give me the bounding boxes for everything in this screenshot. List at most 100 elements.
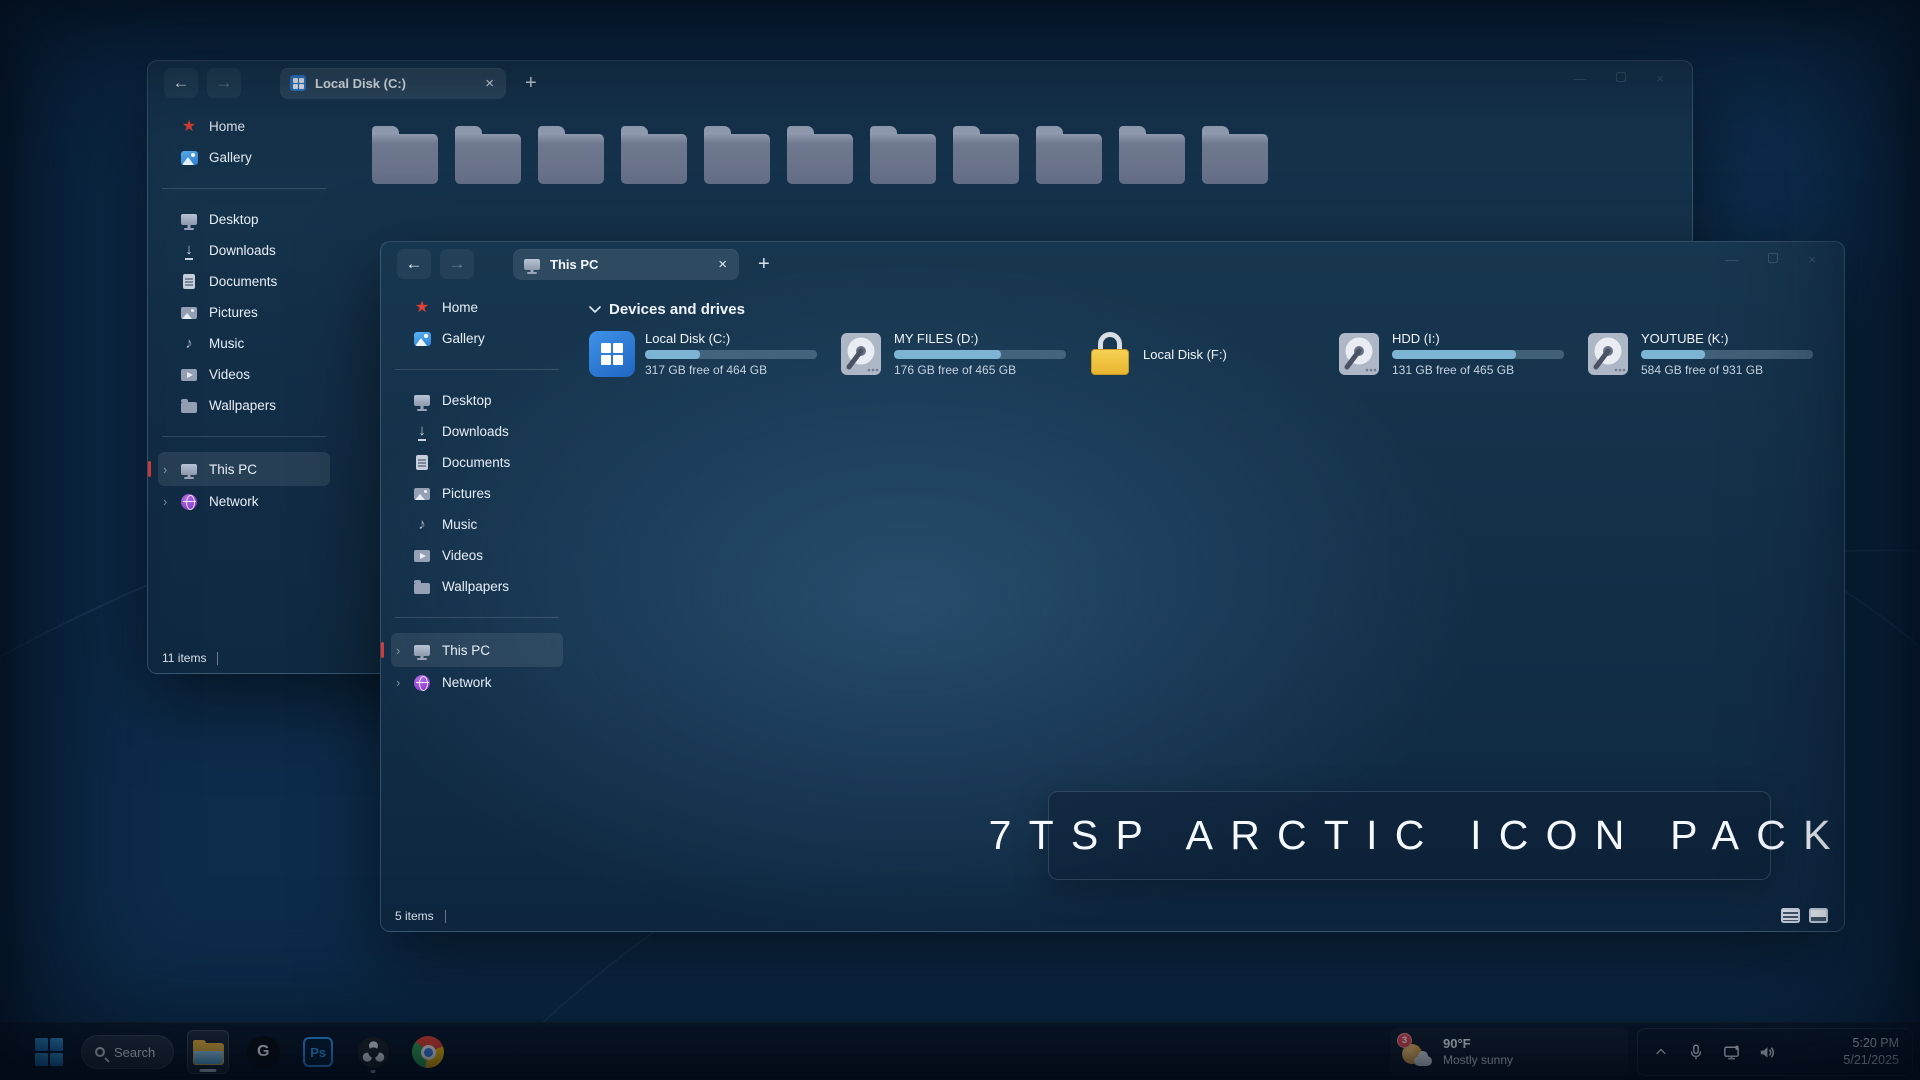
chevron-right-icon[interactable]: › [163,494,167,509]
sidebar-item-documents[interactable]: Documents [391,447,563,478]
running-app-indicator [371,1070,376,1073]
sidebar-item-desktop[interactable]: Desktop [391,385,563,416]
taskbar-photoshop[interactable]: Ps [297,1030,339,1074]
sidebar-item-network[interactable]: › Network [391,667,563,698]
wallpapers-folder-icon [413,580,431,594]
drive-tile-d[interactable]: MY FILES (D:) 176 GB free of 465 GB [838,331,1087,377]
folder-icon[interactable] [621,126,687,184]
taskbar-file-explorer[interactable] [187,1030,229,1074]
sidebar-item-home[interactable]: ★ Home [158,111,330,142]
clock-time: 5:20 PM [1852,1036,1899,1050]
tab-local-disk-c[interactable]: Local Disk (C:) × [280,68,506,99]
downloads-icon: ↓ [413,423,431,441]
taskbar-logitech-ghub[interactable]: G [242,1030,284,1074]
navigation-pane: ★ Home Gallery Desktop ↓ Downloads Docum… [148,105,338,673]
folder-icon[interactable] [1036,126,1102,184]
speaker-icon[interactable] [1756,1042,1776,1062]
search-box[interactable]: Search [81,1035,174,1069]
close-button[interactable]: × [1656,72,1664,85]
sidebar-item-documents[interactable]: Documents [158,266,330,297]
sidebar-item-this-pc[interactable]: › This PC [391,633,563,667]
folder-icon[interactable] [870,126,936,184]
back-button[interactable]: ← [397,249,431,279]
folder-icon[interactable] [953,126,1019,184]
chevron-right-icon[interactable]: › [396,675,400,690]
chevron-right-icon[interactable]: › [163,462,167,477]
drive-tile-k[interactable]: YOUTUBE (K:) 584 GB free of 931 GB [1585,331,1834,377]
taskbar-obs[interactable] [352,1030,394,1074]
sidebar-item-downloads[interactable]: ↓ Downloads [391,416,563,447]
network-globe-icon [413,675,431,691]
search-label: Search [114,1045,155,1060]
sidebar-item-gallery[interactable]: Gallery [158,142,330,173]
sidebar-item-pictures[interactable]: Pictures [391,478,563,509]
back-button[interactable]: ← [164,68,198,98]
folder-icon[interactable] [704,126,770,184]
sidebar-item-gallery[interactable]: Gallery [391,323,563,354]
drive-tile-f[interactable]: Local Disk (F:) [1087,331,1336,377]
maximize-button[interactable] [1768,253,1778,263]
forward-button[interactable]: → [440,249,474,279]
sidebar-separator [395,617,559,618]
minimize-button[interactable]: — [1725,253,1738,266]
sidebar-item-network[interactable]: › Network [158,486,330,517]
folder-icon[interactable] [455,126,521,184]
taskbar-app-group: Search G Ps [30,1023,449,1080]
sidebar-item-pictures[interactable]: Pictures [158,297,330,328]
sidebar-item-wallpapers[interactable]: Wallpapers [158,390,330,421]
tab-this-pc[interactable]: This PC × [513,249,739,280]
sidebar-item-videos[interactable]: Videos [158,359,330,390]
sidebar-item-music[interactable]: ♪ Music [158,328,330,359]
folder-icon[interactable] [1119,126,1185,184]
chevron-up-icon[interactable] [1651,1042,1671,1062]
this-pc-icon [180,464,198,475]
clock-date: 5/21/2025 [1843,1053,1899,1067]
chevron-right-icon[interactable]: › [396,643,400,658]
new-tab-button[interactable]: + [525,72,537,95]
pictures-icon [413,488,431,500]
start-button[interactable] [30,1032,68,1072]
display-cast-icon[interactable] [1721,1042,1741,1062]
status-bar: 11 items [162,651,218,665]
sidebar-item-desktop[interactable]: Desktop [158,204,330,235]
folder-grid [356,120,1692,184]
minimize-button[interactable]: — [1573,72,1586,85]
sidebar-separator [162,188,326,189]
folder-icon[interactable] [538,126,604,184]
windows-drive-icon [290,75,306,91]
sidebar-item-downloads[interactable]: ↓ Downloads [158,235,330,266]
folder-icon[interactable] [372,126,438,184]
details-view-icon[interactable] [1781,908,1800,923]
sidebar-item-this-pc[interactable]: › This PC [158,452,330,486]
forward-button[interactable]: → [207,68,241,98]
close-button[interactable]: × [1808,253,1816,266]
tab-title: Local Disk (C:) [315,76,474,91]
sidebar-item-home[interactable]: ★ Home [391,292,563,323]
window-controls: — × [1725,253,1816,266]
sidebar-item-wallpapers[interactable]: Wallpapers [391,571,563,602]
close-tab-icon[interactable]: × [483,75,496,92]
microphone-icon[interactable] [1686,1042,1706,1062]
weather-widget[interactable]: 3 90°F Mostly sunny [1390,1028,1628,1076]
banner-text: 7TSP ARCTIC ICON PACK [971,812,1845,859]
taskbar-chrome[interactable] [407,1030,449,1074]
drive-tile-i[interactable]: HDD (I:) 131 GB free of 465 GB [1336,331,1585,377]
sidebar-item-music[interactable]: ♪ Music [391,509,563,540]
music-icon: ♪ [413,517,431,532]
sidebar-item-videos[interactable]: Videos [391,540,563,571]
large-icons-view-icon[interactable] [1809,908,1828,923]
folder-icon[interactable] [787,126,853,184]
section-devices-and-drives[interactable]: Devices and drives [589,301,1844,318]
music-icon: ♪ [180,336,198,351]
taskbar-clock[interactable]: 5:20 PM 5/21/2025 [1843,1035,1899,1069]
maximize-button[interactable] [1616,72,1626,82]
folder-icon[interactable] [1202,126,1268,184]
windows-logo-icon [35,1038,64,1067]
window-controls: — × [1573,72,1664,85]
active-app-indicator [200,1069,217,1072]
photoshop-icon: Ps [303,1037,333,1067]
close-tab-icon[interactable]: × [716,256,729,273]
new-tab-button[interactable]: + [758,253,770,276]
drive-tile-c[interactable]: Local Disk (C:) 317 GB free of 464 GB [589,331,838,377]
weather-temperature: 90°F [1443,1036,1513,1053]
